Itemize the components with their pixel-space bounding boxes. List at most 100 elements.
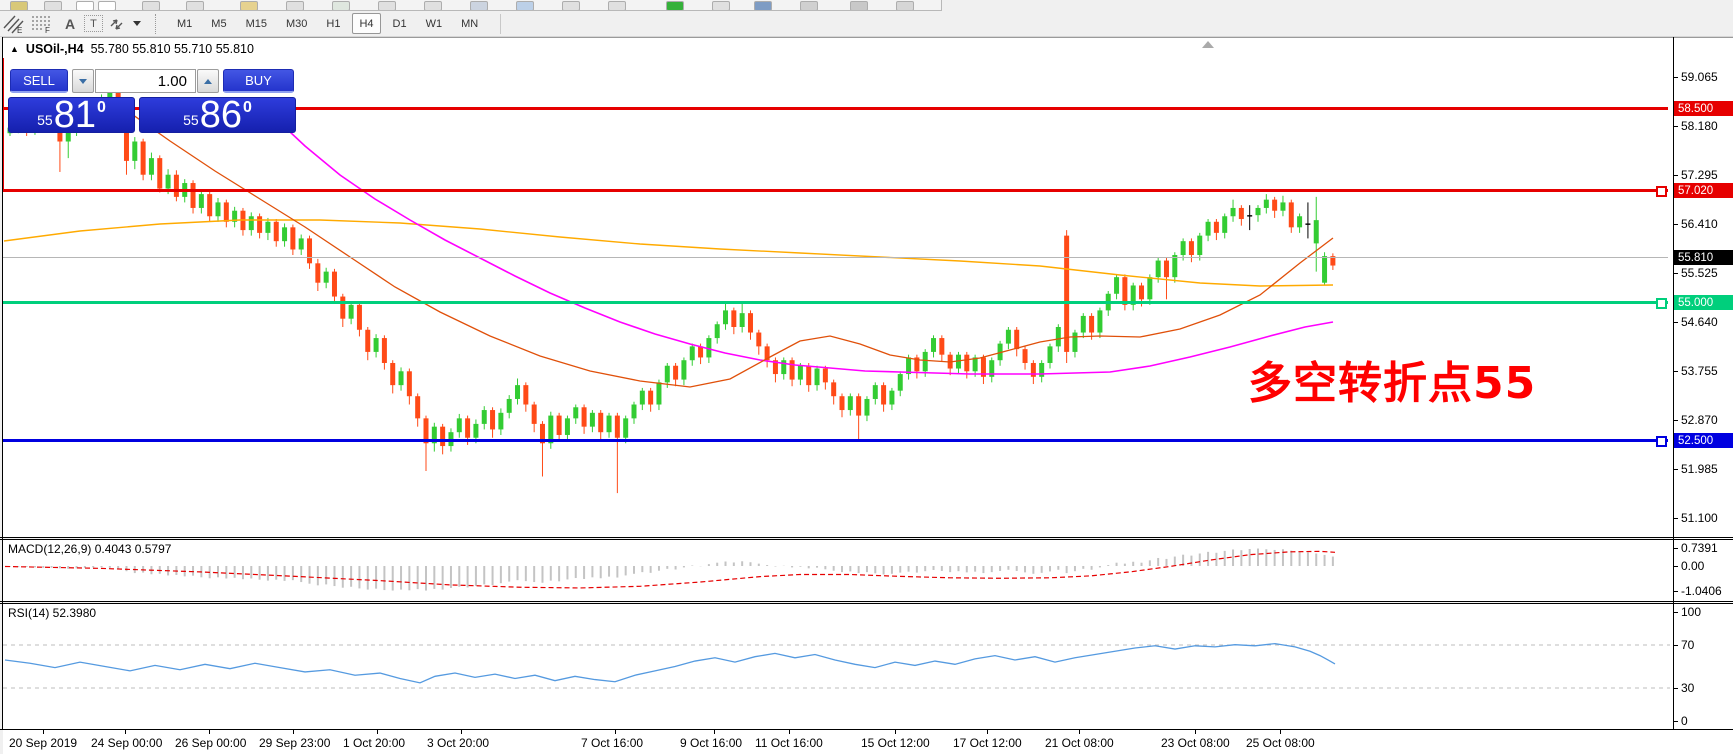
time-tick <box>125 730 126 734</box>
sell-price-pip: 0 <box>96 99 106 116</box>
pane-border <box>0 539 1733 540</box>
resistance-line-57020[interactable] <box>3 189 1668 192</box>
buy-price-pip: 0 <box>242 99 252 116</box>
buy-button[interactable]: BUY <box>223 69 294 93</box>
time-tick <box>209 730 210 734</box>
toolbar-icon-stub[interactable] <box>98 1 116 10</box>
time-tick <box>1280 730 1281 734</box>
toolbar-icon-stub[interactable] <box>186 1 204 10</box>
rsi-axis-tick <box>1674 612 1678 613</box>
price-axis-label: 56.410 <box>1681 217 1718 231</box>
timeframe-button-m15[interactable]: M15 <box>239 13 274 34</box>
time-label: 21 Oct 08:00 <box>1045 736 1114 750</box>
time-tick <box>714 730 715 734</box>
fibonacci-glyph: F <box>32 16 50 34</box>
timeframe-button-h4[interactable]: H4 <box>352 13 381 34</box>
price-axis-label: 54.640 <box>1681 315 1718 329</box>
toolbar-icon-stub[interactable] <box>286 1 304 10</box>
time-label: 15 Oct 12:00 <box>861 736 930 750</box>
toolbar-icon-stub[interactable] <box>800 1 818 10</box>
toolbar-icon-stub[interactable] <box>896 1 914 10</box>
arrows-glyph <box>110 18 123 30</box>
toolbar-icon-stub[interactable] <box>712 1 730 10</box>
time-tick <box>377 730 378 734</box>
chevron-down-icon[interactable] <box>133 21 141 26</box>
price-axis-tick <box>1674 126 1678 127</box>
timeframe-button-m5[interactable]: M5 <box>204 13 233 34</box>
price-axis-tick <box>1674 371 1678 372</box>
macd-axis-label: 0.00 <box>1681 559 1705 573</box>
price-badge-current-55810: 55.810 <box>1674 250 1733 265</box>
text-icon[interactable]: A <box>56 13 84 34</box>
toolbar-icon-stub[interactable] <box>562 1 580 10</box>
macd-axis-tick <box>1674 591 1678 592</box>
time-tick <box>293 730 294 734</box>
toolbar-icon-stub[interactable] <box>608 1 626 10</box>
buy-price-big: 86 <box>199 94 242 136</box>
timeframe-button-d1[interactable]: D1 <box>386 13 414 34</box>
fibonacci-icon[interactable]: F <box>28 13 56 34</box>
toolbar-icon-stub[interactable] <box>516 1 534 10</box>
price-badge-support-52500: 52.500 <box>1674 433 1733 448</box>
rsi-axis-label: 70 <box>1681 638 1695 652</box>
price-axis-tick <box>1674 273 1678 274</box>
toolbar-icon-stub[interactable] <box>850 1 868 10</box>
toolbar-grip[interactable] <box>155 13 162 34</box>
svg-text:F: F <box>45 26 50 34</box>
pane-border[interactable] <box>0 601 1733 602</box>
chart-header: ▲ USOil-,H4 55.780 55.810 55.710 55.810 <box>10 42 254 56</box>
volume-decrease-button[interactable] <box>72 69 94 93</box>
support-line-55000-handle[interactable] <box>1656 298 1667 309</box>
triangle-down-icon <box>79 78 87 84</box>
timeframe-button-m30[interactable]: M30 <box>279 13 314 34</box>
price-axis-label: 51.100 <box>1681 511 1718 525</box>
price-axis-tick <box>1674 518 1678 519</box>
toolbar-icon-stub[interactable] <box>240 1 258 10</box>
time-label: 3 Oct 20:00 <box>427 736 490 750</box>
toolbar-icon-stub[interactable] <box>44 1 62 10</box>
toolbar-icon-stub[interactable] <box>378 1 396 10</box>
sell-price-display[interactable]: 55 81 0 <box>8 96 135 134</box>
sell-button[interactable]: SELL <box>10 69 68 93</box>
arrow-tools-icon[interactable] <box>103 13 131 34</box>
price-axis[interactable]: 59.065 58.180 57.295 56.410 55.525 54.640 53.7… <box>1674 38 1733 754</box>
toolbar-icon-stub[interactable] <box>754 1 772 10</box>
symbol-timeframe-label: USOil-,H4 <box>25 42 84 56</box>
trade-controls-row: SELL BUY <box>8 69 296 93</box>
timeframe-button-w1[interactable]: W1 <box>419 13 450 34</box>
time-label: 24 Sep 00:00 <box>91 736 163 750</box>
price-axis-tick <box>1674 175 1678 176</box>
axis-border <box>1673 37 1674 730</box>
timeframe-button-m1[interactable]: M1 <box>170 13 199 34</box>
support-line-52500[interactable] <box>3 439 1668 442</box>
price-axis-label: 52.870 <box>1681 413 1718 427</box>
toolbar-icon-stub[interactable] <box>424 1 442 10</box>
text-label-icon[interactable]: T <box>84 15 103 32</box>
collapse-arrow-icon[interactable]: ▲ <box>10 44 19 54</box>
toolbar-icon-stub[interactable] <box>470 1 488 10</box>
time-axis[interactable]: 20 Sep 2019 24 Sep 00:00 26 Sep 00:00 29 Se… <box>3 730 1733 754</box>
equidistant-channel-icon[interactable]: E <box>0 13 28 34</box>
price-badge-support-55000: 55.000 <box>1674 295 1733 310</box>
time-tick <box>1195 730 1196 734</box>
svg-text:E: E <box>17 26 22 34</box>
sell-price-prefix: 55 <box>37 112 53 128</box>
toolbar-icon-stub[interactable] <box>142 1 160 10</box>
price-axis-label: 58.180 <box>1681 119 1718 133</box>
volume-increase-button[interactable] <box>197 69 219 93</box>
chart-annotation-text: 多空转折点55 <box>1248 358 1537 409</box>
time-tick <box>461 730 462 734</box>
support-line-52500-handle[interactable] <box>1656 436 1667 447</box>
toolbar-icon-stub[interactable] <box>76 1 94 10</box>
toolbar-icon-stub[interactable] <box>666 1 684 10</box>
buy-price-display[interactable]: 55 86 0 <box>139 94 296 136</box>
resistance-line-57020-handle[interactable] <box>1656 186 1667 197</box>
timeframe-button-h1[interactable]: H1 <box>319 13 347 34</box>
toolbar-icon-stub[interactable] <box>10 1 28 10</box>
current-price-line[interactable] <box>3 257 1668 258</box>
volume-input[interactable] <box>95 69 196 93</box>
timeframe-button-mn[interactable]: MN <box>454 13 485 34</box>
rsi-axis-tick <box>1674 688 1678 689</box>
toolbar-icon-stub[interactable] <box>332 1 350 10</box>
support-line-55000[interactable] <box>3 301 1668 304</box>
